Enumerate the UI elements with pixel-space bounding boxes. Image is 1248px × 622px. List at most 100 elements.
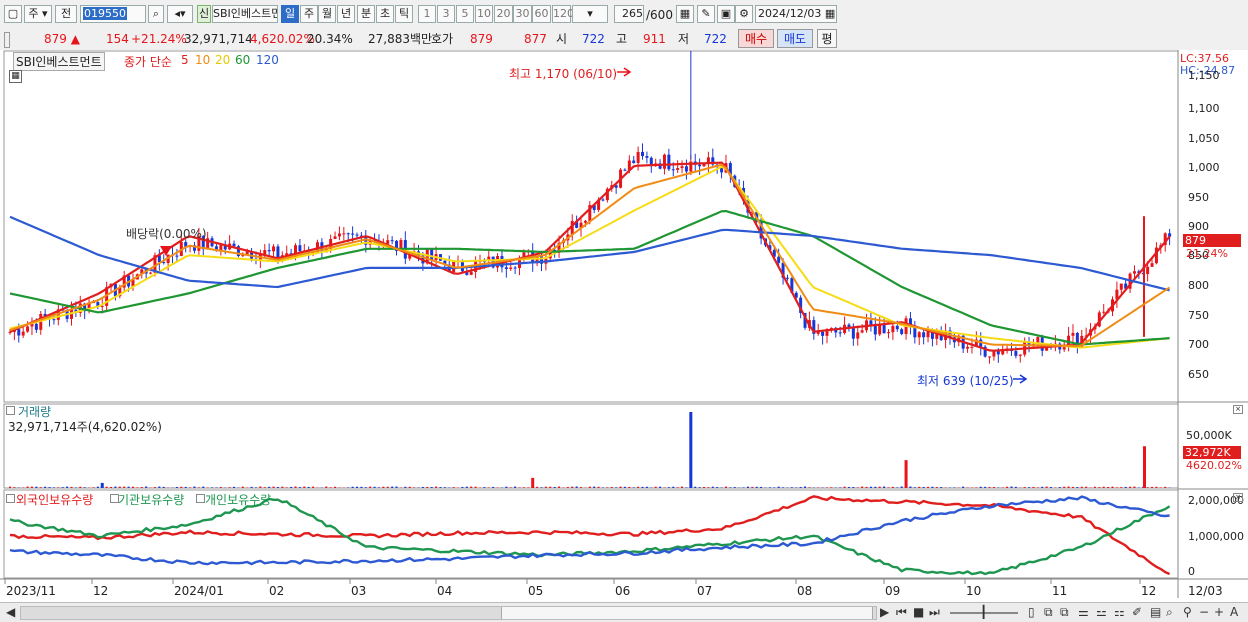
volume-bar — [1151, 487, 1153, 488]
split-icon[interactable]: ⚍ — [1096, 605, 1107, 619]
period-button-2[interactable]: 월 — [318, 5, 336, 23]
forward-icon[interactable]: ⏭ — [929, 605, 940, 620]
candle-body — [1146, 267, 1149, 274]
volume-bar — [514, 487, 516, 488]
candle-body — [887, 332, 890, 333]
quote-bar: 879 ▲ 154 +21.24% 32,971,714 4,620.02% 2… — [0, 28, 1248, 51]
search-icon[interactable]: ⌕ — [148, 5, 164, 23]
scroll-bar[interactable]: ◀ ▶ ⏮ ■ ⏭ ┃ ▯ ⧉ ⧉ ⚌ ⚍ ⚏ ✐ ▤ ⌕ ⚲ − + A — [0, 602, 1248, 622]
interval-button-5[interactable]: 30 — [513, 5, 532, 23]
volume-bar — [1120, 487, 1122, 488]
volume-bar — [9, 487, 11, 488]
volume-bar — [75, 487, 77, 488]
price-tick: 900 — [1188, 220, 1209, 233]
interval-button-2[interactable]: 5 — [456, 5, 474, 23]
volume-pane-icon[interactable] — [6, 406, 15, 415]
interval-button-6[interactable]: 60 — [532, 5, 551, 23]
volume-bar — [791, 487, 793, 488]
candle-body — [351, 234, 354, 235]
volume-bar — [760, 487, 762, 488]
plus-icon[interactable]: + — [1214, 605, 1224, 619]
compare-icon[interactable]: ⚌ — [1078, 605, 1089, 619]
stock-chart-svg[interactable] — [0, 50, 1248, 602]
gear-icon[interactable]: ⚙ — [735, 5, 753, 23]
date-input[interactable]: 2024/12/03 ▦ — [755, 5, 837, 23]
volume-bar — [782, 487, 784, 488]
volume-bar — [1085, 487, 1087, 488]
interval-button-0[interactable]: 1 — [418, 5, 436, 23]
candle-body — [918, 332, 921, 337]
volume-bar — [299, 487, 301, 488]
save-icon[interactable]: ▣ — [717, 5, 735, 23]
sell-button[interactable]: 매도 — [777, 29, 813, 48]
layout-icon-2[interactable]: ⧉ — [1044, 605, 1053, 620]
low-annotation: 최저 639 (10/25) — [917, 372, 1014, 389]
candle-body — [883, 325, 886, 334]
interval-button-4[interactable]: 20 — [494, 5, 513, 23]
period-button-6[interactable]: 틱 — [395, 5, 413, 23]
table-icon[interactable]: ▦ — [9, 70, 22, 83]
bid-price: 877 — [524, 31, 547, 47]
layout-icon-1[interactable]: ▯ — [1028, 605, 1035, 619]
volume-bar — [927, 487, 929, 488]
layout-icon-3[interactable]: ⧉ — [1060, 605, 1069, 620]
x-axis-label: 2023/11 — [6, 584, 56, 598]
volume-bar — [145, 486, 147, 488]
stock-code-input[interactable]: 019550 — [80, 5, 146, 23]
volume-bar — [281, 487, 283, 488]
zoom-handle-icon[interactable]: ┃ — [980, 605, 987, 619]
period-button-4[interactable]: 분 — [357, 5, 375, 23]
holding-pane-icon[interactable] — [6, 494, 15, 503]
interval-button-1[interactable]: 3 — [437, 5, 455, 23]
volume-bar — [273, 487, 275, 488]
scroll-left-icon[interactable]: ◀ — [6, 605, 15, 619]
draw-icon[interactable]: ✐ — [1132, 605, 1142, 619]
rewind-icon[interactable]: ⏮ — [896, 605, 907, 620]
period-button-5[interactable]: 초 — [376, 5, 394, 23]
volume-bar — [453, 487, 455, 488]
interval-dropdown[interactable]: ▾ — [572, 5, 608, 23]
chart-area[interactable]: SBI인베스트먼트 종가 단순 5 10 20 60 120 ▦ LC:37.5… — [0, 50, 1248, 602]
grid-icon[interactable]: ▦ — [676, 5, 694, 23]
interval-button-3[interactable]: 10 — [475, 5, 493, 23]
x-axis-label: 12 — [93, 584, 108, 598]
scroll-right-icon[interactable]: ▶ — [880, 605, 889, 619]
volume-bar — [409, 487, 411, 488]
volume-bar — [325, 487, 327, 488]
eval-button[interactable]: 평 — [817, 29, 837, 48]
volume-bar — [255, 487, 257, 488]
volume-bar — [1133, 487, 1135, 488]
volume-bar — [198, 487, 200, 488]
volume-bar — [66, 487, 68, 488]
candle-body — [663, 155, 666, 169]
menu-icon[interactable]: ▢ — [4, 5, 22, 23]
scroll-thumb[interactable] — [501, 607, 873, 619]
table-icon-2[interactable]: ▤ — [1150, 605, 1161, 619]
x-axis-label: 07 — [697, 584, 712, 598]
candle-body — [391, 240, 394, 241]
search-icon-2[interactable]: ⌕ — [1166, 605, 1173, 620]
volume-bar — [435, 487, 437, 488]
scroll-track[interactable] — [20, 606, 877, 620]
interval-button-7[interactable]: 120 — [552, 5, 571, 23]
volume-bar — [650, 487, 652, 488]
period-button-0[interactable]: 일 — [281, 5, 299, 23]
tool-icon[interactable]: ✎ — [697, 5, 715, 23]
minus-icon[interactable]: − — [1199, 605, 1209, 619]
text-size-icon[interactable]: A — [1230, 605, 1238, 619]
speaker-icon[interactable]: ◂▾ — [167, 5, 193, 23]
volume-bar — [413, 487, 415, 488]
individual-legend-icon[interactable] — [196, 494, 205, 503]
holding-pane-close-icon[interactable]: × — [1233, 493, 1243, 502]
zoom-in-icon[interactable]: ⚲ — [1183, 605, 1192, 619]
period-button-1[interactable]: 주 — [300, 5, 318, 23]
period-button-3[interactable]: 년 — [337, 5, 355, 23]
prev-button[interactable]: 전 — [55, 5, 77, 23]
buy-button[interactable]: 매수 — [738, 29, 774, 48]
period-select[interactable]: 주 ▾ — [24, 5, 52, 23]
count-input[interactable]: 265 — [614, 5, 644, 23]
stop-icon[interactable]: ■ — [913, 605, 924, 619]
chart-type-icon[interactable]: ⚏ — [1114, 605, 1125, 619]
main-pane-title[interactable]: SBI인베스트먼트 — [13, 52, 105, 71]
volume-pane-close-icon[interactable]: × — [1233, 405, 1243, 414]
